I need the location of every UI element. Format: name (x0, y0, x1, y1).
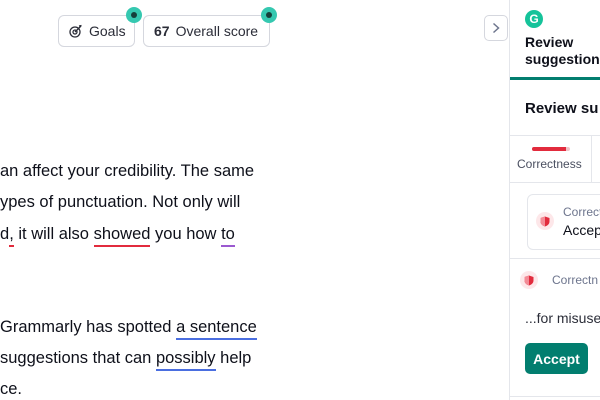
text-line: suggestions that can possibly help (0, 348, 251, 371)
sidebar-title: Review suggestions (525, 34, 600, 67)
text-line: an affect your credibility. The same (0, 162, 255, 180)
suggestion-clarity-possibly[interactable]: possibly (155, 349, 216, 371)
suggestion-engagement[interactable]: to (221, 225, 235, 247)
score-label: Overall score (175, 23, 259, 39)
suggestions-sidebar: G Review suggestions Review su Correctne… (509, 0, 600, 400)
grammarly-logo-icon: G (525, 10, 543, 28)
sidebar-header: G Review suggestions (510, 0, 600, 80)
chevron-right-icon (492, 22, 500, 34)
goals-button[interactable]: Goals (58, 7, 142, 47)
correctness-progress-fill (532, 147, 567, 151)
overall-score-button[interactable]: 67 Overall score (143, 7, 277, 47)
suggestion-verb-form[interactable]: showed (93, 225, 151, 247)
score-value: 67 (154, 23, 170, 39)
card-category: Correctn (552, 273, 599, 287)
text-line: Grammarly has spotted a sentence (0, 317, 257, 340)
card-description: ...for misuse (525, 310, 600, 326)
section-title: Review su (510, 80, 600, 136)
divider (510, 396, 600, 397)
suggestion-clarity-sentence[interactable]: a sentence (176, 318, 257, 340)
goals-label: Goals (89, 23, 126, 39)
card-action: Accep (563, 222, 600, 238)
card-category: Correct (563, 205, 600, 219)
active-indicator (510, 77, 600, 80)
text-line: ypes of punctuation. Not only will (0, 193, 241, 211)
tab-correctness-label: Correctness (517, 157, 582, 171)
category-tabs: Correctness (510, 136, 600, 183)
goals-status-dot (126, 7, 142, 23)
collapse-sidebar-button[interactable] (484, 15, 508, 41)
tab-correctness[interactable]: Correctness (510, 136, 592, 183)
shield-icon (520, 271, 538, 289)
correctness-progress-bar (532, 147, 570, 151)
text-line: d, it will also showed you how to (0, 224, 235, 247)
goals-target-icon (69, 24, 83, 38)
suggestion-card[interactable]: Correct Accep (527, 194, 600, 250)
text-line: ce. (0, 380, 23, 398)
score-status-dot (261, 7, 277, 23)
expanded-suggestion-card[interactable]: Correctn ...for misuse Accept (510, 258, 600, 400)
accept-button[interactable]: Accept (525, 343, 588, 374)
shield-icon (536, 212, 554, 230)
